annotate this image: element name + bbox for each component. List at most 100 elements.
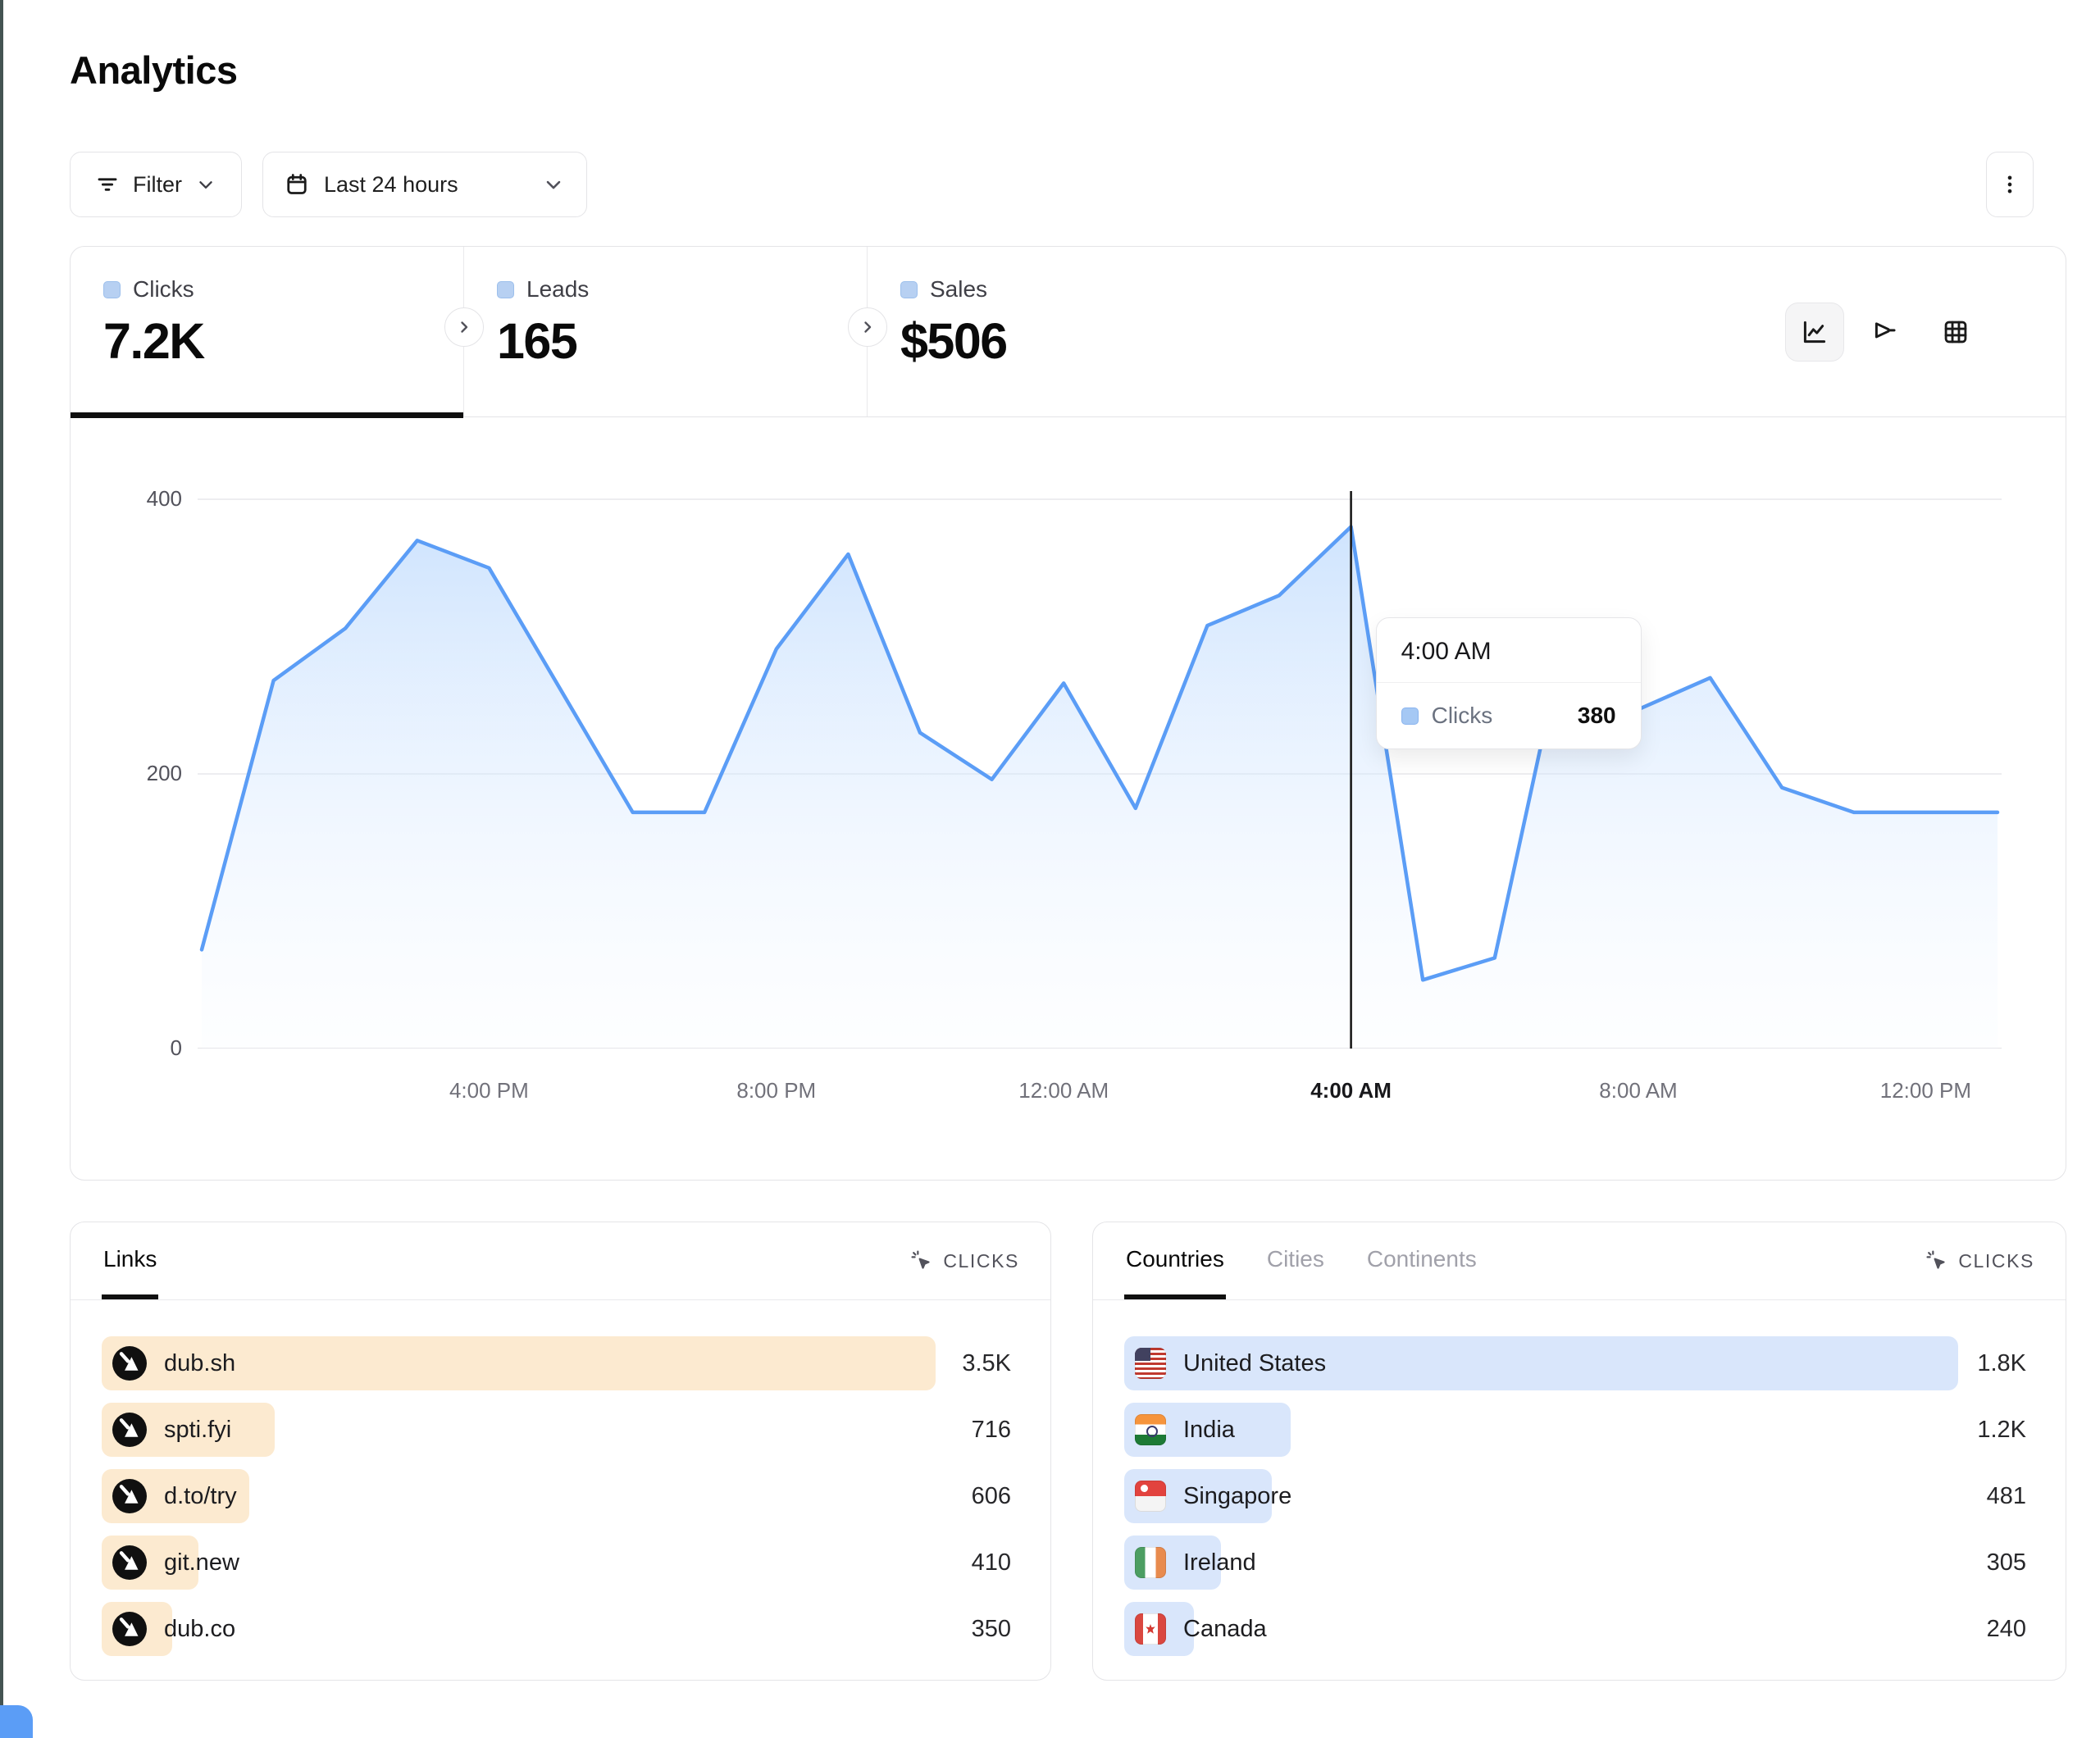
line-chart-view-button[interactable] bbox=[1785, 303, 1844, 362]
country-clicks-value: 481 bbox=[1987, 1469, 2026, 1523]
tab-cities[interactable]: Cities bbox=[1265, 1222, 1326, 1299]
dub-logo-icon bbox=[112, 1479, 147, 1513]
link-clicks-value: 716 bbox=[972, 1403, 1011, 1457]
singapore-flag-icon bbox=[1135, 1481, 1166, 1512]
page-title: Analytics bbox=[70, 48, 237, 93]
link-label: git.new bbox=[164, 1549, 239, 1576]
table-icon bbox=[1942, 318, 1970, 346]
geo-rows: United States 1.8K India 1.2K Singapore … bbox=[1093, 1300, 2066, 1656]
country-clicks-value: 240 bbox=[1987, 1602, 2026, 1656]
link-row[interactable]: dub.sh 3.5K bbox=[102, 1336, 1011, 1390]
kebab-menu-icon bbox=[1998, 173, 2021, 196]
country-label: India bbox=[1183, 1417, 1235, 1444]
y-axis-tick: 400 bbox=[84, 486, 182, 512]
link-clicks-value: 350 bbox=[972, 1602, 1011, 1656]
chevron-down-icon bbox=[542, 173, 565, 196]
country-row[interactable]: India 1.2K bbox=[1124, 1403, 2026, 1457]
tab-countries[interactable]: Countries bbox=[1124, 1222, 1226, 1299]
link-row[interactable]: d.to/try 606 bbox=[102, 1469, 1011, 1523]
funnel-icon bbox=[1871, 318, 1899, 346]
more-options-button[interactable] bbox=[1986, 152, 2034, 217]
tooltip-time: 4:00 AM bbox=[1377, 618, 1641, 683]
country-label: United States bbox=[1183, 1350, 1326, 1377]
link-row[interactable]: git.new 410 bbox=[102, 1536, 1011, 1590]
country-clicks-value: 1.2K bbox=[1977, 1403, 2026, 1457]
country-label: Ireland bbox=[1183, 1549, 1256, 1576]
link-clicks-value: 606 bbox=[972, 1469, 1011, 1523]
date-range-button[interactable]: Last 24 hours bbox=[262, 152, 587, 217]
link-row[interactable]: dub.co 350 bbox=[102, 1602, 1011, 1656]
calendar-icon bbox=[285, 172, 309, 197]
country-row[interactable]: Singapore 481 bbox=[1124, 1469, 2026, 1523]
tooltip-series-label: Clicks bbox=[1432, 703, 1493, 729]
dub-logo-icon bbox=[112, 1413, 147, 1447]
country-clicks-value: 1.8K bbox=[1977, 1336, 2026, 1390]
cursor-click-icon bbox=[1925, 1249, 1948, 1272]
y-axis-tick: 0 bbox=[84, 1035, 182, 1061]
metric-label: CLICKS bbox=[1958, 1250, 2034, 1272]
links-panel: Links CLICKS dub.sh 3.5K bbox=[70, 1222, 1051, 1681]
clicks-legend-icon bbox=[1401, 707, 1419, 725]
country-row[interactable]: Ireland 305 bbox=[1124, 1536, 2026, 1590]
next-stat-button[interactable] bbox=[848, 307, 887, 347]
next-stat-button[interactable] bbox=[444, 307, 484, 347]
link-clicks-value: 410 bbox=[972, 1536, 1011, 1590]
leads-legend-icon bbox=[497, 281, 514, 298]
filter-lines-icon bbox=[95, 172, 120, 197]
x-axis-tick: 12:00 AM bbox=[982, 1078, 1146, 1103]
tab-continents[interactable]: Continents bbox=[1365, 1222, 1478, 1299]
link-label: spti.fyi bbox=[164, 1417, 231, 1444]
dub-logo-icon bbox=[112, 1612, 147, 1646]
tab-leads[interactable]: Leads 165 bbox=[464, 247, 868, 416]
tab-links[interactable]: Links bbox=[102, 1222, 158, 1299]
stat-label: Leads bbox=[526, 276, 589, 303]
tooltip-value: 380 bbox=[1578, 703, 1616, 729]
us-flag-icon bbox=[1135, 1348, 1166, 1379]
sales-legend-icon bbox=[900, 281, 918, 298]
clicks-value: 7.2K bbox=[103, 312, 463, 370]
window-edge bbox=[0, 0, 3, 1738]
country-row[interactable]: United States 1.8K bbox=[1124, 1336, 2026, 1390]
filter-button-label: Filter bbox=[133, 172, 182, 198]
country-label: Canada bbox=[1183, 1616, 1267, 1643]
tab-clicks[interactable]: Clicks 7.2K bbox=[71, 247, 464, 416]
x-axis-tick: 8:00 PM bbox=[695, 1078, 859, 1103]
analytics-page: Analytics Filter Last 24 hours bbox=[0, 0, 2100, 1738]
dub-logo-icon bbox=[112, 1346, 147, 1381]
x-axis-tick: 4:00 PM bbox=[407, 1078, 571, 1103]
link-label: dub.sh bbox=[164, 1350, 235, 1377]
link-label: d.to/try bbox=[164, 1483, 237, 1510]
geo-panel: Countries Cities Continents CLICKS Unite… bbox=[1092, 1222, 2066, 1681]
line-chart-icon bbox=[1801, 318, 1829, 346]
country-label: Singapore bbox=[1183, 1483, 1291, 1510]
link-label: dub.co bbox=[164, 1616, 235, 1643]
country-clicks-value: 305 bbox=[1987, 1536, 2026, 1590]
dub-logo-icon bbox=[112, 1545, 147, 1580]
geo-metric-header[interactable]: CLICKS bbox=[1925, 1222, 2034, 1299]
india-flag-icon bbox=[1135, 1414, 1166, 1445]
filter-button[interactable]: Filter bbox=[70, 152, 242, 217]
metric-label: CLICKS bbox=[943, 1250, 1019, 1272]
stat-label: Clicks bbox=[133, 276, 194, 303]
y-axis-tick: 200 bbox=[84, 761, 182, 786]
chevron-down-icon bbox=[195, 174, 216, 195]
leads-value: 165 bbox=[497, 312, 867, 370]
analytics-card: Clicks 7.2K Leads 165 Sales $506 bbox=[70, 246, 2066, 1181]
clicks-legend-icon bbox=[103, 281, 121, 298]
floating-widget[interactable] bbox=[0, 1705, 33, 1738]
clicks-time-series-chart[interactable]: 400 200 0 4:00 AM Clicks 380 4:00 PM 8:00… bbox=[71, 417, 2066, 1180]
stats-tabs: Clicks 7.2K Leads 165 Sales $506 bbox=[71, 247, 2066, 417]
chart-view-toggles bbox=[1785, 303, 1985, 362]
canada-flag-icon bbox=[1135, 1613, 1166, 1645]
x-axis-tick: 12:00 PM bbox=[1843, 1078, 2007, 1103]
date-range-label: Last 24 hours bbox=[324, 172, 458, 198]
table-view-button[interactable] bbox=[1926, 303, 1985, 362]
chart-tooltip: 4:00 AM Clicks 380 bbox=[1376, 617, 1642, 749]
link-row[interactable]: spti.fyi 716 bbox=[102, 1403, 1011, 1457]
ireland-flag-icon bbox=[1135, 1547, 1166, 1578]
funnel-view-button[interactable] bbox=[1856, 303, 1915, 362]
stat-label: Sales bbox=[930, 276, 987, 303]
country-row[interactable]: Canada 240 bbox=[1124, 1602, 2026, 1656]
links-metric-header[interactable]: CLICKS bbox=[910, 1222, 1019, 1299]
link-clicks-value: 3.5K bbox=[962, 1336, 1011, 1390]
